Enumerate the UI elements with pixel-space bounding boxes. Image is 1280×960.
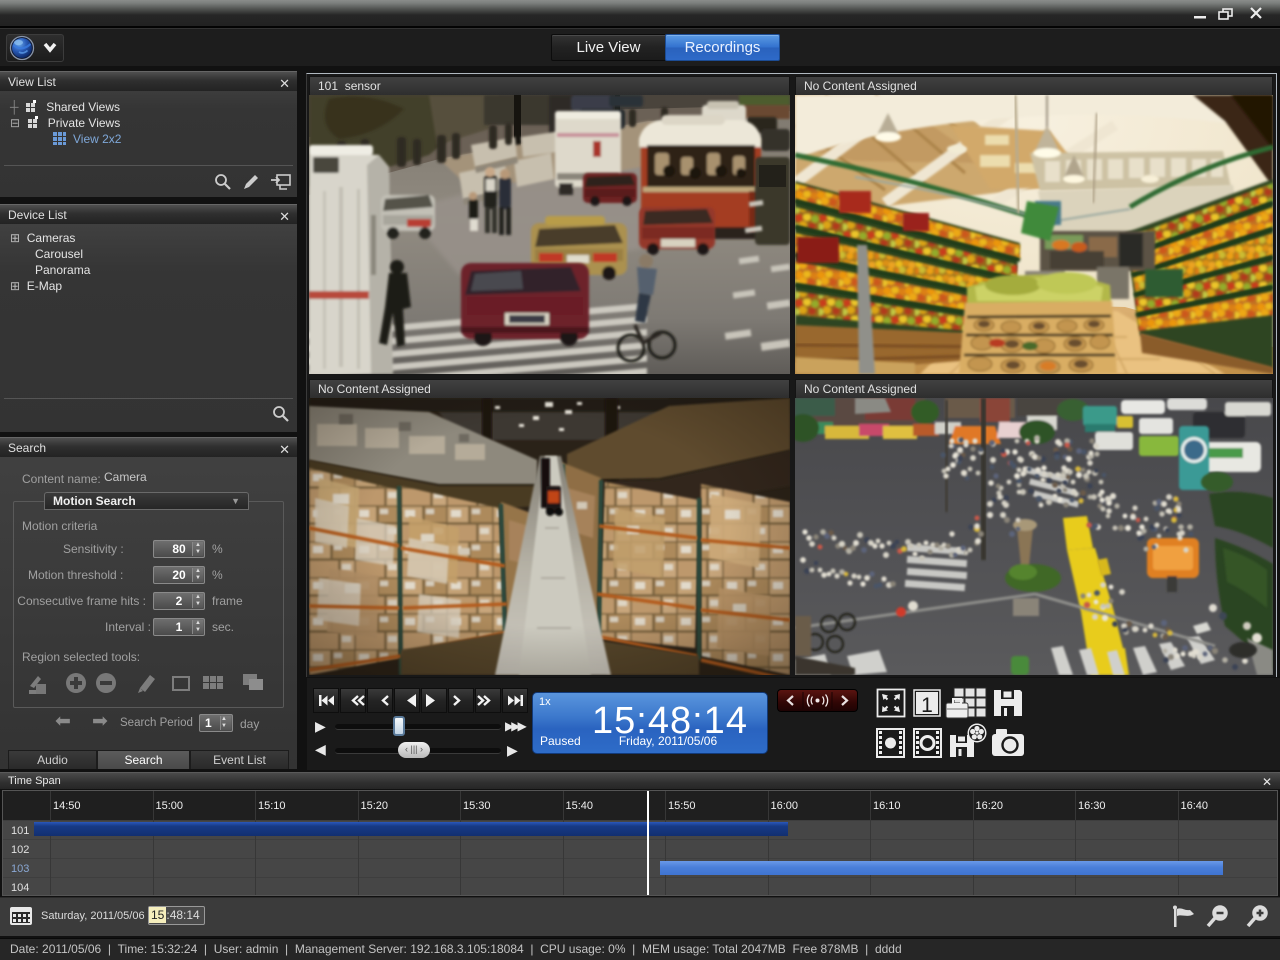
svg-text:1: 1 <box>921 694 933 717</box>
